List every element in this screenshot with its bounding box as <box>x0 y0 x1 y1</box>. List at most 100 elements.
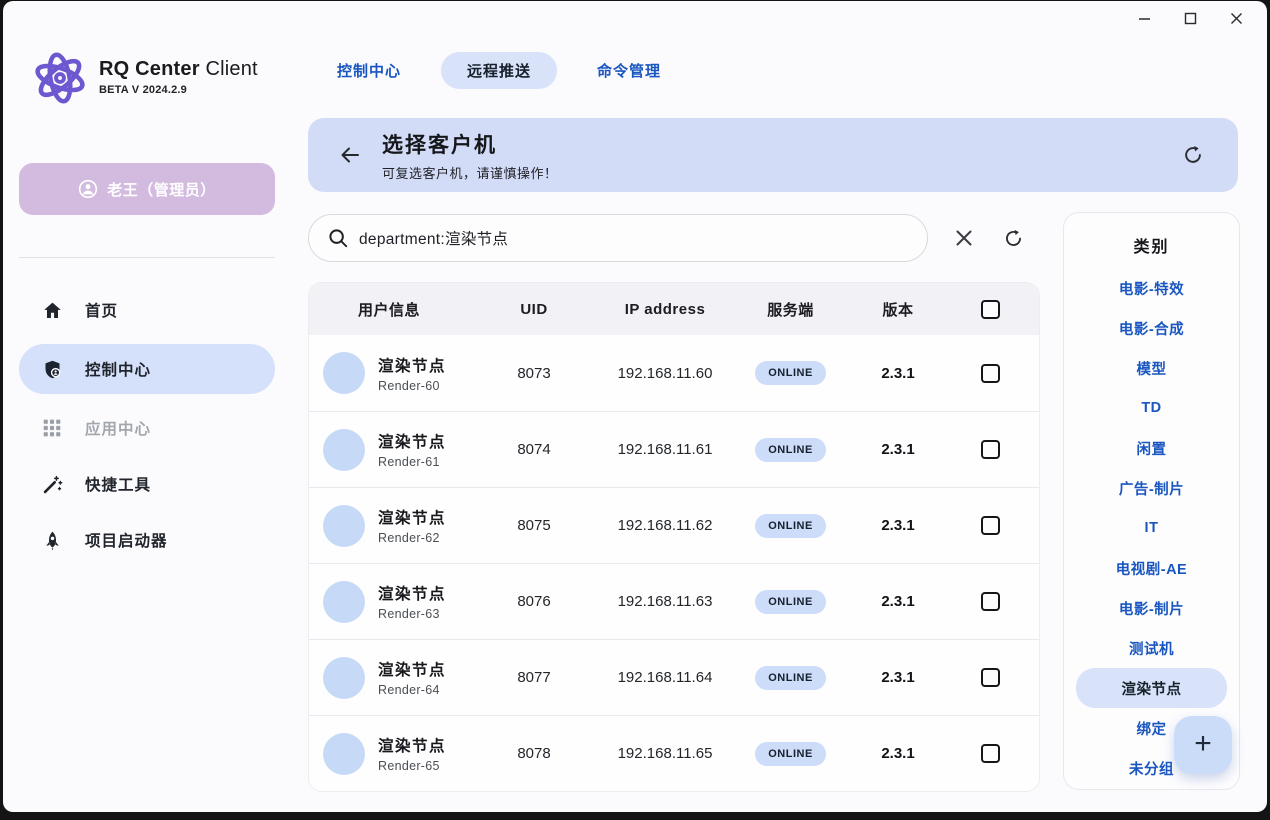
client-name: 渲染节点 <box>378 582 446 604</box>
app-title: RQ Center Client <box>99 58 258 81</box>
category-item-IT[interactable]: IT <box>1076 508 1227 548</box>
arrow-left-icon <box>338 143 362 167</box>
category-item-TD[interactable]: TD <box>1076 388 1227 428</box>
table-row[interactable]: 渲染节点 Render-61 8074 192.168.11.61 ONLINE… <box>309 411 1039 487</box>
category-item-电影-特效[interactable]: 电影-特效 <box>1076 268 1227 308</box>
row-checkbox[interactable] <box>981 364 1000 383</box>
tab-label: 远程推送 <box>467 60 531 81</box>
sidebar-item-rocket[interactable]: 项目启动器 <box>19 518 275 562</box>
header-refresh-button[interactable] <box>1176 138 1210 172</box>
plus-icon: + <box>1194 729 1212 759</box>
category-item-电影-合成[interactable]: 电影-合成 <box>1076 308 1227 348</box>
tab-命令管理[interactable]: 命令管理 <box>571 52 687 89</box>
tab-label: 控制中心 <box>337 60 401 81</box>
rocket-icon <box>42 530 63 551</box>
client-uid: 8073 <box>469 365 599 382</box>
app-window: RQ Center Client BETA V 2024.2.9 老王（管理员）… <box>3 1 1267 812</box>
category-list: 电影-特效电影-合成模型TD闲置广告-制片IT电视剧-AE电影-制片测试机渲染节… <box>1064 268 1239 788</box>
category-item-闲置[interactable]: 闲置 <box>1076 428 1227 468</box>
sidebar-nav: 首页 控制中心 应用中心 快捷工具 项目启动器 <box>19 288 275 562</box>
atom-logo-icon <box>31 49 89 107</box>
row-checkbox[interactable] <box>981 516 1000 535</box>
category-item-测试机[interactable]: 测试机 <box>1076 628 1227 668</box>
app-brand: RQ Center Client BETA V 2024.2.9 <box>31 49 258 107</box>
row-checkbox[interactable] <box>981 744 1000 763</box>
tab-远程推送[interactable]: 远程推送 <box>441 52 557 89</box>
select-all-cell <box>946 300 1035 319</box>
category-item-电视剧-AE[interactable]: 电视剧-AE <box>1076 548 1227 588</box>
table-row[interactable]: 渲染节点 Render-62 8075 192.168.11.62 ONLINE… <box>309 487 1039 563</box>
back-button[interactable] <box>332 137 368 173</box>
grid-icon <box>41 417 63 439</box>
search-refresh-button[interactable] <box>997 222 1029 254</box>
sidebar-item-shield[interactable]: 控制中心 <box>19 344 275 394</box>
table-column-header: 服务端 <box>731 299 850 320</box>
client-uid: 8078 <box>469 745 599 762</box>
table-body: 渲染节点 Render-60 8073 192.168.11.60 ONLINE… <box>309 335 1039 791</box>
client-hostname: Render-65 <box>378 759 446 773</box>
refresh-icon <box>1003 228 1024 249</box>
close-icon[interactable] <box>1221 7 1251 29</box>
app-version: BETA V 2024.2.9 <box>99 84 258 96</box>
avatar <box>323 352 365 394</box>
category-item-广告-制片[interactable]: 广告-制片 <box>1076 468 1227 508</box>
client-version: 2.3.1 <box>850 669 946 686</box>
home-icon <box>41 299 63 321</box>
close-x-icon <box>955 229 973 247</box>
client-uid: 8074 <box>469 441 599 458</box>
home-icon <box>42 300 63 321</box>
row-checkbox[interactable] <box>981 668 1000 687</box>
sidebar-item-grid[interactable]: 应用中心 <box>19 406 275 450</box>
category-item-模型[interactable]: 模型 <box>1076 348 1227 388</box>
category-panel: 类别 电影-特效电影-合成模型TD闲置广告-制片IT电视剧-AE电影-制片测试机… <box>1063 212 1240 790</box>
category-item-电影-制片[interactable]: 电影-制片 <box>1076 588 1227 628</box>
minimize-icon[interactable] <box>1129 7 1159 29</box>
select-all-checkbox[interactable] <box>981 300 1000 319</box>
refresh-icon <box>1182 144 1204 166</box>
status-badge: ONLINE <box>755 666 826 690</box>
apps-grid-icon <box>42 418 62 438</box>
rocket-icon <box>41 529 63 551</box>
search-box[interactable] <box>308 214 928 262</box>
sidebar-divider <box>19 257 275 258</box>
clear-search-button[interactable] <box>948 222 980 254</box>
sidebar-item-home[interactable]: 首页 <box>19 288 275 332</box>
client-ip: 192.168.11.65 <box>599 745 731 762</box>
search-input[interactable] <box>359 229 927 247</box>
table-row[interactable]: 渲染节点 Render-65 8078 192.168.11.65 ONLINE… <box>309 715 1039 791</box>
status-badge: ONLINE <box>755 742 826 766</box>
avatar <box>323 733 365 775</box>
page-title: 选择客户机 <box>382 129 558 159</box>
wand-icon <box>41 473 63 495</box>
client-hostname: Render-61 <box>378 455 446 469</box>
client-name: 渲染节点 <box>378 354 446 376</box>
sidebar-item-label: 控制中心 <box>85 358 151 380</box>
table-row[interactable]: 渲染节点 Render-64 8077 192.168.11.64 ONLINE… <box>309 639 1039 715</box>
page-header: 选择客户机 可复选客户机，请谨慎操作！ <box>308 118 1238 192</box>
table-row[interactable]: 渲染节点 Render-60 8073 192.168.11.60 ONLINE… <box>309 335 1039 411</box>
table-header-row: 用户信息UIDIP address服务端版本 <box>309 283 1039 335</box>
add-button[interactable]: + <box>1174 716 1232 774</box>
avatar <box>323 505 365 547</box>
client-name: 渲染节点 <box>378 506 446 528</box>
sidebar-item-wand[interactable]: 快捷工具 <box>19 462 275 506</box>
client-uid: 8075 <box>469 517 599 534</box>
status-badge: ONLINE <box>755 590 826 614</box>
tab-label: 命令管理 <box>597 60 661 81</box>
category-item-渲染节点[interactable]: 渲染节点 <box>1076 668 1227 708</box>
table-row[interactable]: 渲染节点 Render-63 8076 192.168.11.63 ONLINE… <box>309 563 1039 639</box>
user-badge[interactable]: 老王（管理员） <box>19 163 275 215</box>
status-badge: ONLINE <box>755 438 826 462</box>
client-name: 渲染节点 <box>378 430 446 452</box>
client-version: 2.3.1 <box>850 745 946 762</box>
row-checkbox[interactable] <box>981 440 1000 459</box>
tab-控制中心[interactable]: 控制中心 <box>311 52 427 89</box>
client-name: 渲染节点 <box>378 734 446 756</box>
client-ip: 192.168.11.64 <box>599 669 731 686</box>
client-hostname: Render-62 <box>378 531 446 545</box>
row-checkbox[interactable] <box>981 592 1000 611</box>
client-ip: 192.168.11.61 <box>599 441 731 458</box>
maximize-icon[interactable] <box>1175 7 1205 29</box>
client-ip: 192.168.11.60 <box>599 365 731 382</box>
client-version: 2.3.1 <box>850 441 946 458</box>
